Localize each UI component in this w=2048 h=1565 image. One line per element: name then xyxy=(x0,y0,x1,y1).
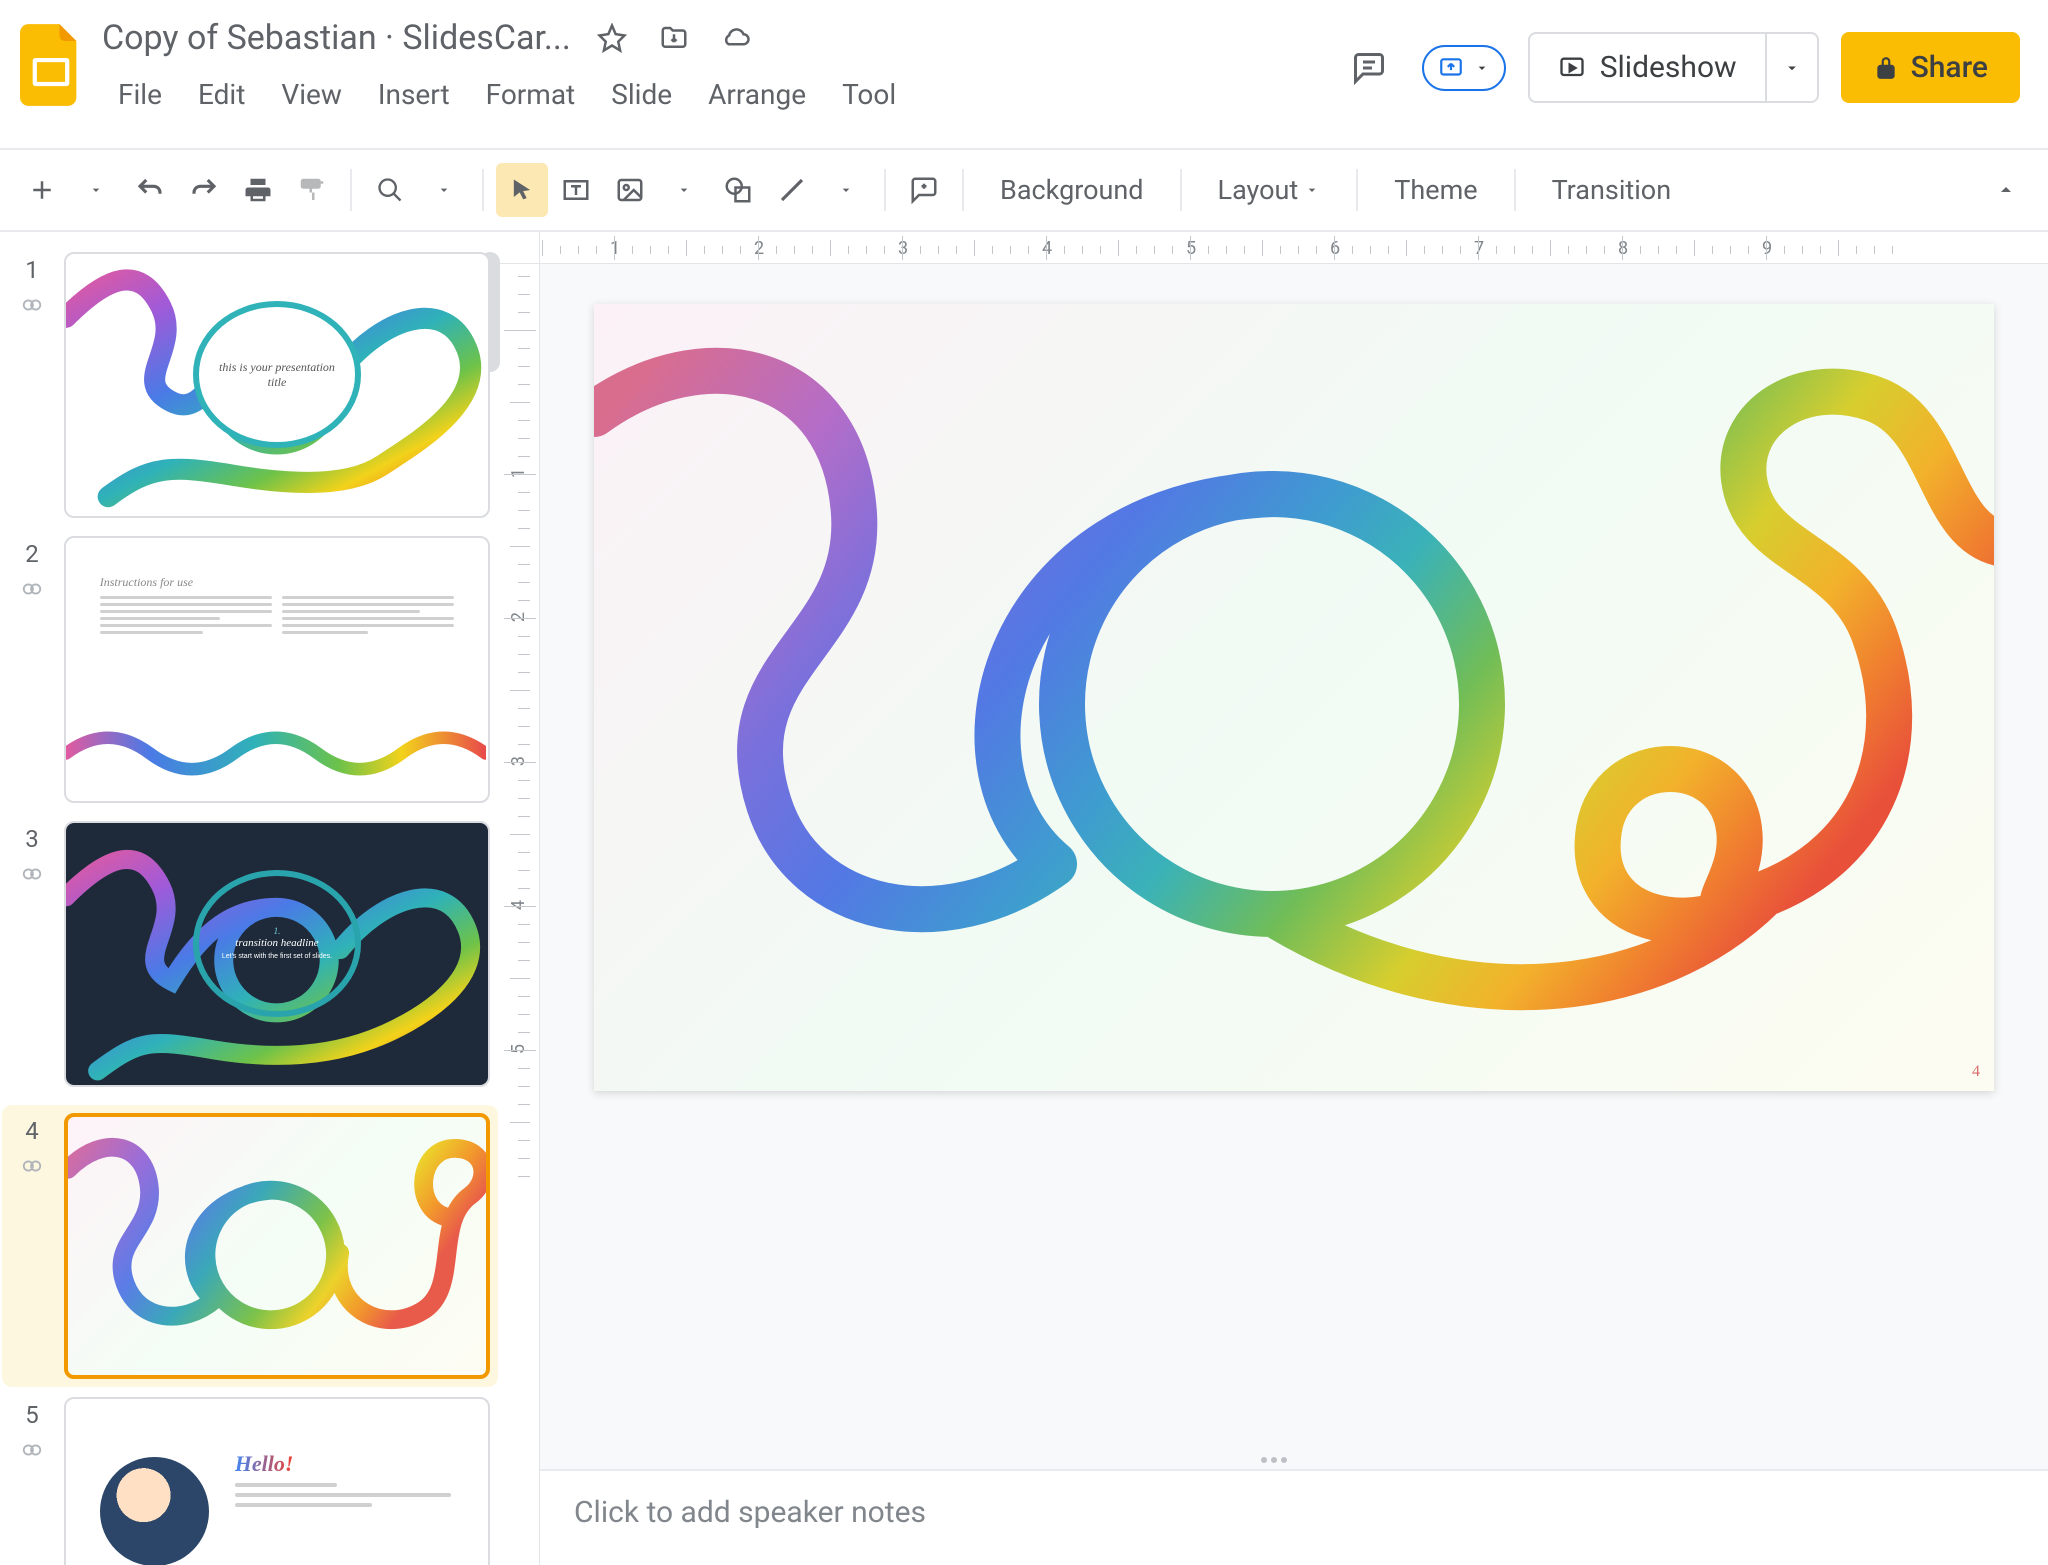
transition-indicator-icon xyxy=(21,1439,43,1468)
thumb-number: 5 xyxy=(25,1401,39,1429)
notes-resize-handle[interactable] xyxy=(500,1451,2048,1469)
thumb-number: 1 xyxy=(25,256,39,284)
thumb-hello: Hello! xyxy=(235,1451,463,1477)
slide-page-number: 4 xyxy=(1972,1063,1980,1081)
thumb-number: 2 xyxy=(25,540,39,568)
speaker-notes[interactable]: Click to add speaker notes xyxy=(540,1469,2048,1565)
theme-button[interactable]: Theme xyxy=(1370,163,1501,217)
transition-button[interactable]: Transition xyxy=(1528,163,1696,217)
new-slide-dropdown[interactable] xyxy=(70,163,122,217)
line-tool[interactable] xyxy=(766,163,818,217)
menu-view[interactable]: View xyxy=(265,72,358,117)
share-label: Share xyxy=(1911,50,1988,85)
slide-thumb-1[interactable]: 1 this is your presentation title xyxy=(10,252,490,518)
image-dropdown[interactable] xyxy=(658,163,710,217)
menu-insert[interactable]: Insert xyxy=(362,72,466,117)
thumb-title: this is your presentation title xyxy=(193,301,362,448)
thumb-title: Instructions for use xyxy=(100,575,455,590)
collapse-toolbar-icon[interactable] xyxy=(1980,164,2032,216)
comment-tool[interactable] xyxy=(898,163,950,217)
slide-thumb-3[interactable]: 3 1.transition headlineLet's start with … xyxy=(10,821,490,1087)
transition-indicator-icon xyxy=(21,294,43,323)
thumb-number: 3 xyxy=(25,825,39,853)
menu-tools[interactable]: Tool xyxy=(826,72,912,117)
undo-button[interactable] xyxy=(124,163,176,217)
transition-indicator-icon xyxy=(21,863,43,892)
select-tool[interactable] xyxy=(496,163,548,217)
star-icon[interactable] xyxy=(591,17,633,59)
image-tool[interactable] xyxy=(604,163,656,217)
menu-format[interactable]: Format xyxy=(470,72,592,117)
redo-button[interactable] xyxy=(178,163,230,217)
canvas-area: 123456789 12345 xyxy=(500,232,2048,1565)
menu-slide[interactable]: Slide xyxy=(595,72,688,117)
horizontal-ruler[interactable]: 123456789 xyxy=(540,232,2048,264)
menu-arrange[interactable]: Arrange xyxy=(692,72,822,117)
share-button[interactable]: Share xyxy=(1841,32,2020,103)
menu-edit[interactable]: Edit xyxy=(182,72,261,117)
menu-file[interactable]: File xyxy=(102,72,178,117)
transition-indicator-icon xyxy=(21,578,43,607)
new-slide-button[interactable] xyxy=(16,163,68,217)
slide-thumb-4[interactable]: 4 xyxy=(2,1105,498,1387)
zoom-dropdown[interactable] xyxy=(418,163,470,217)
thumb-title: transition headline xyxy=(235,937,318,949)
filmstrip[interactable]: 1 this is your presentation title 2 Inst… xyxy=(0,232,500,1565)
toolbar: Background Layout Theme Transition xyxy=(0,148,2048,232)
slideshow-label: Slideshow xyxy=(1600,50,1737,85)
background-button[interactable]: Background xyxy=(976,163,1168,217)
zoom-button[interactable] xyxy=(364,163,416,217)
shape-tool[interactable] xyxy=(712,163,764,217)
slideshow-button[interactable]: Slideshow xyxy=(1530,34,1765,101)
transition-indicator-icon xyxy=(21,1155,43,1184)
present-dropdown[interactable] xyxy=(1422,45,1506,91)
menu-bar: File Edit View Insert Format Slide Arran… xyxy=(102,72,1322,117)
layout-button[interactable]: Layout xyxy=(1194,163,1345,217)
move-to-folder-icon[interactable] xyxy=(653,17,695,59)
app-logo[interactable] xyxy=(16,20,86,110)
avatar xyxy=(100,1457,210,1565)
slide-canvas[interactable]: 4 xyxy=(594,304,1994,1091)
vertical-ruler[interactable]: 12345 xyxy=(500,264,540,1565)
cloud-status-icon[interactable] xyxy=(715,17,757,59)
line-dropdown[interactable] xyxy=(820,163,872,217)
thumb-number: 4 xyxy=(25,1117,39,1145)
slideshow-dropdown[interactable] xyxy=(1765,34,1817,101)
print-button[interactable] xyxy=(232,163,284,217)
document-title[interactable]: Copy of Sebastian · SlidesCar... xyxy=(102,14,571,62)
slide-thumb-2[interactable]: 2 Instructions for use xyxy=(10,536,490,802)
title-bar: Copy of Sebastian · SlidesCar... File Ed… xyxy=(0,0,2048,148)
comments-icon[interactable] xyxy=(1338,37,1400,99)
paint-format-button[interactable] xyxy=(286,163,338,217)
slide-thumb-5[interactable]: 5 Hello! xyxy=(10,1397,490,1565)
textbox-tool[interactable] xyxy=(550,163,602,217)
